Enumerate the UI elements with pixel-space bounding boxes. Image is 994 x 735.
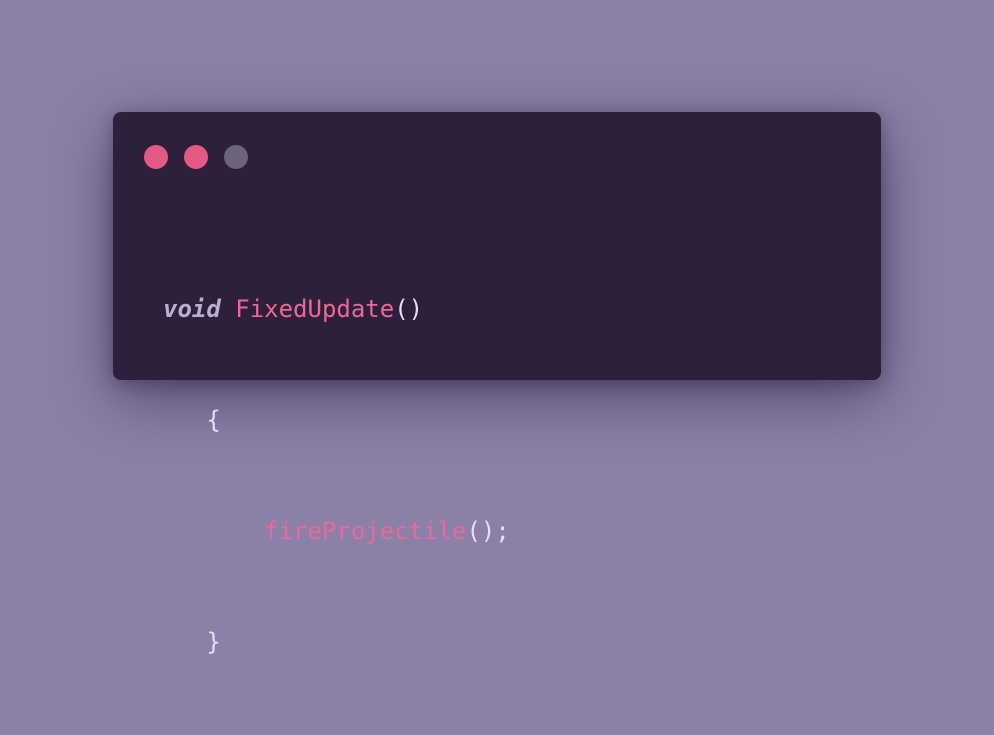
close-button[interactable] <box>144 145 168 169</box>
parentheses: () <box>394 295 424 323</box>
maximize-button[interactable] <box>224 145 248 169</box>
keyword-void: void <box>163 295 221 323</box>
code-line-1: void FixedUpdate() <box>163 291 510 328</box>
code-line-2: { <box>163 402 510 439</box>
function-call: fireProjectile <box>264 517 467 545</box>
call-parentheses: (); <box>466 517 510 545</box>
open-brace: { <box>206 406 221 434</box>
function-name: FixedUpdate <box>235 295 395 323</box>
code-line-4: } <box>163 624 510 661</box>
code-block: void FixedUpdate() { fireProjectile(); } <box>163 217 510 735</box>
code-line-3: fireProjectile(); <box>163 513 510 550</box>
code-window: void FixedUpdate() { fireProjectile(); } <box>113 112 881 656</box>
window-controls <box>144 145 248 169</box>
close-brace: } <box>206 628 221 656</box>
minimize-button[interactable] <box>184 145 208 169</box>
